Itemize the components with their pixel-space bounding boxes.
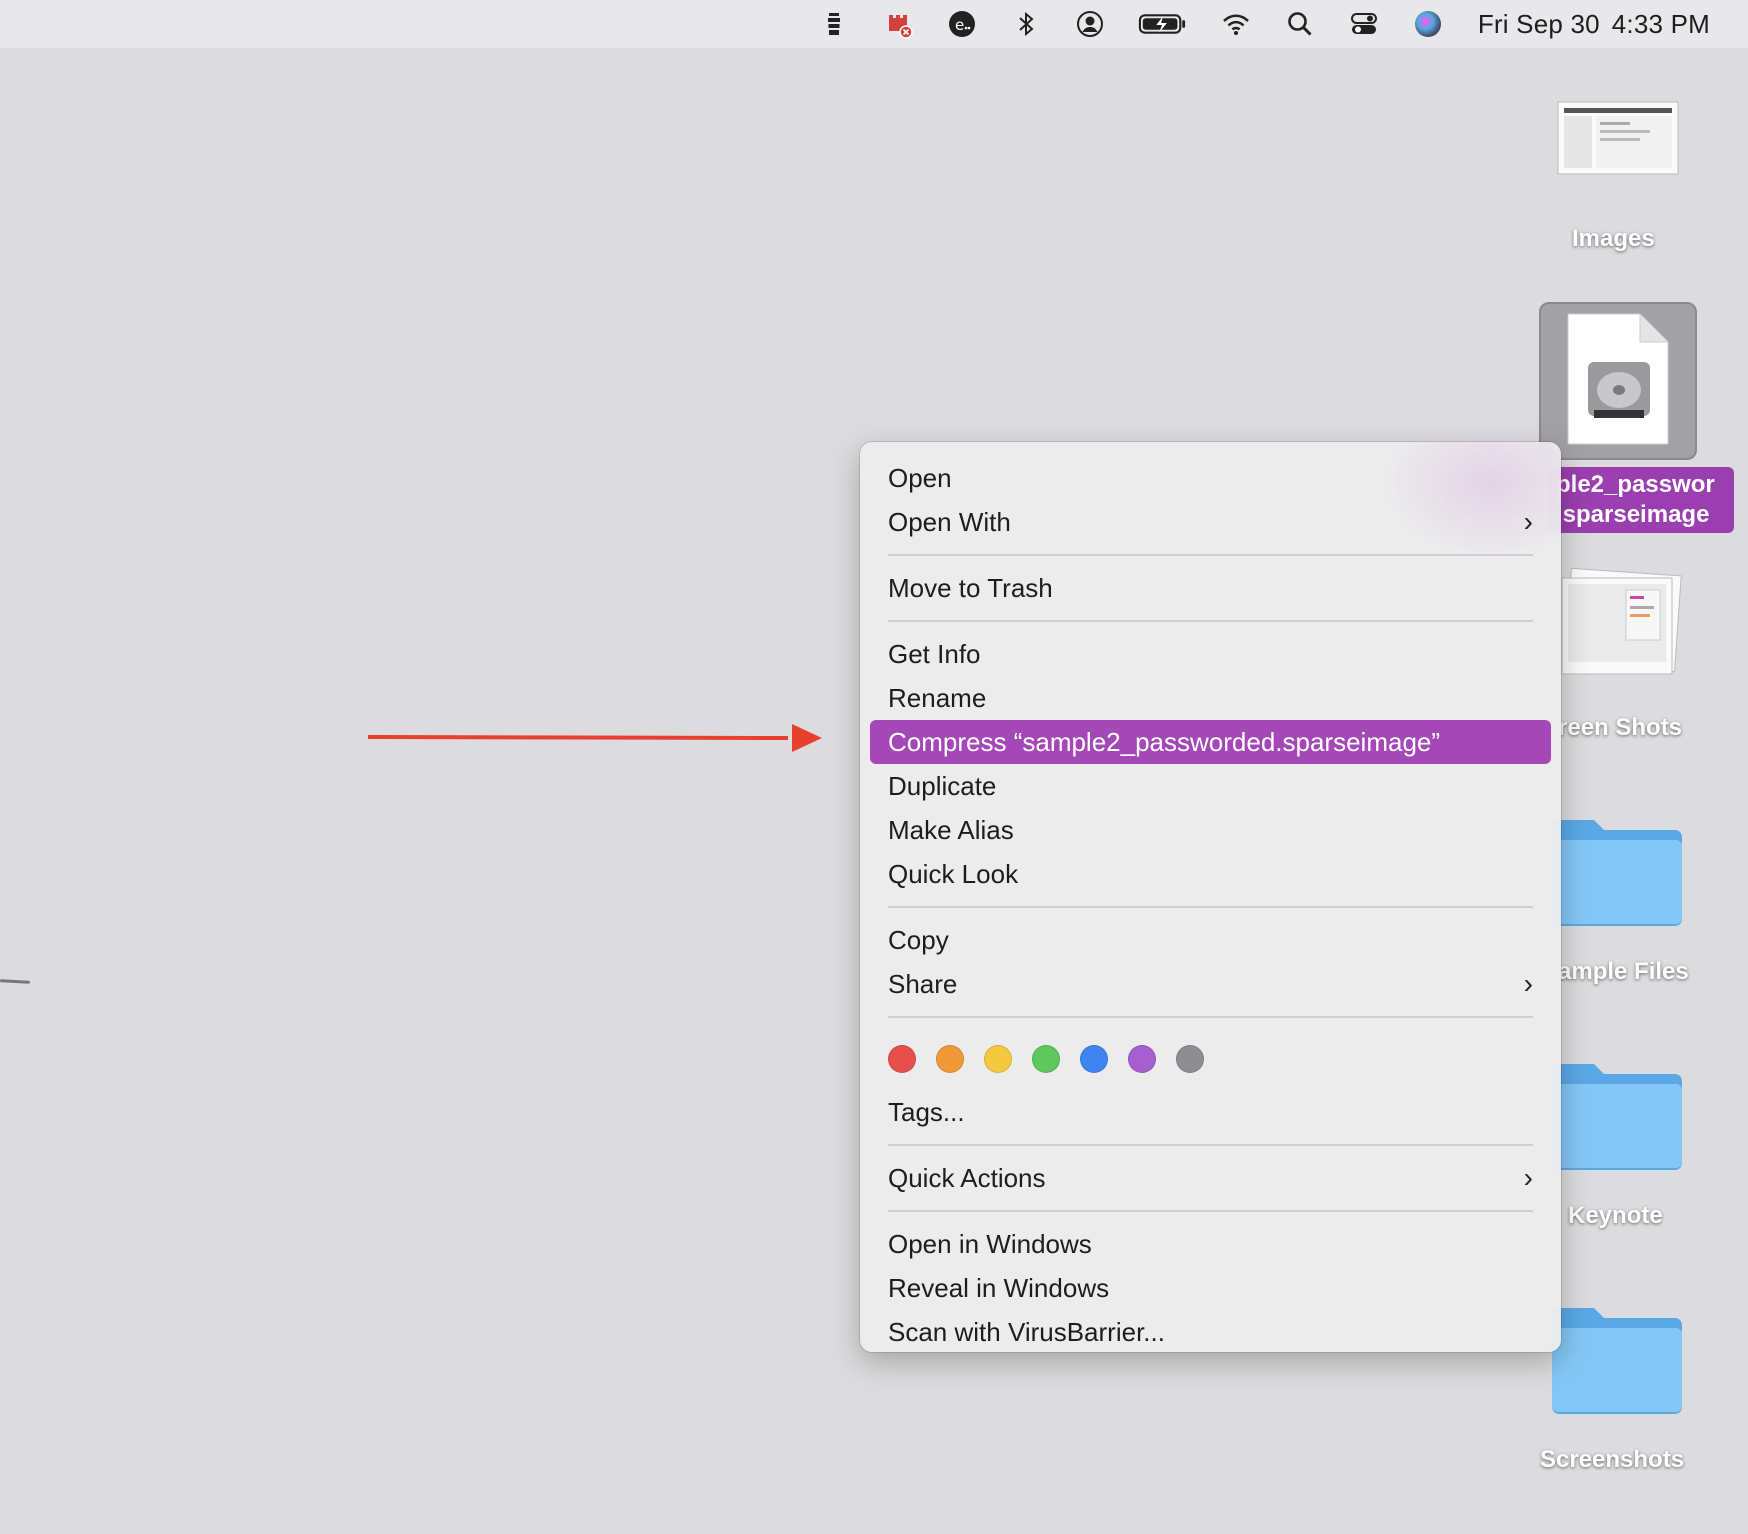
user-account-icon[interactable] <box>1073 7 1107 41</box>
virusbarrier-icon[interactable] <box>881 7 915 41</box>
menu-bar: e Fri Sep 30 4:33 PM <box>0 0 1748 48</box>
menu-item-share[interactable]: Share › <box>870 962 1551 1006</box>
bluetooth-icon[interactable] <box>1009 7 1043 41</box>
menu-item-duplicate[interactable]: Duplicate <box>870 764 1551 808</box>
disk-image-file-icon <box>1567 313 1669 445</box>
menu-item-scan-virusbarrier[interactable]: Scan with VirusBarrier... <box>870 1310 1551 1352</box>
tag-colors-row <box>870 1028 1551 1090</box>
control-center-icon[interactable] <box>1347 7 1381 41</box>
menu-item-open[interactable]: Open <box>870 456 1551 500</box>
menu-separator <box>888 620 1533 622</box>
desktop-item-label: reen Shots <box>1558 714 1683 741</box>
menu-item-label: Open <box>888 463 952 493</box>
lighthouse-icon[interactable] <box>817 7 851 41</box>
battery-charging-icon[interactable] <box>1137 7 1189 41</box>
menu-item-label: Scan with VirusBarrier... <box>888 1317 1165 1347</box>
creative-cloud-icon[interactable]: e <box>945 7 979 41</box>
annotation-arrow-icon <box>368 724 822 752</box>
svg-text:e: e <box>955 16 964 34</box>
folder-icon <box>1552 1308 1682 1414</box>
tag-gray[interactable] <box>1176 1045 1204 1073</box>
menu-item-copy[interactable]: Copy <box>870 918 1551 962</box>
menu-item-open-in-windows[interactable]: Open in Windows <box>870 1222 1551 1266</box>
folder-icon <box>1552 820 1682 926</box>
tag-blue[interactable] <box>1080 1045 1108 1073</box>
menu-bar-clock[interactable]: Fri Sep 30 4:33 PM <box>1478 9 1710 40</box>
desktop-item-label-line2: .sparseimage <box>1548 499 1734 533</box>
clock-time: 4:33 PM <box>1611 8 1710 39</box>
menu-separator <box>888 906 1533 908</box>
tag-green[interactable] <box>1032 1045 1060 1073</box>
menu-item-label: Get Info <box>888 639 981 669</box>
chevron-right-icon: › <box>1523 506 1533 537</box>
context-menu: Open Open With › Move to Trash Get Info R… <box>860 442 1561 1352</box>
tag-yellow[interactable] <box>984 1045 1012 1073</box>
menu-item-label: Tags... <box>888 1097 965 1127</box>
menu-item-quick-actions[interactable]: Quick Actions › <box>870 1156 1551 1200</box>
menu-item-label: Copy <box>888 925 949 955</box>
menu-item-make-alias[interactable]: Make Alias <box>870 808 1551 852</box>
menu-item-label: Rename <box>888 683 987 713</box>
images-thumbnail-icon <box>1557 101 1679 175</box>
menu-item-label: Reveal in Windows <box>888 1273 1110 1303</box>
menu-item-move-to-trash[interactable]: Move to Trash <box>870 566 1551 610</box>
desktop-item-label-line1: ple2_passwor <box>1548 467 1734 501</box>
chevron-right-icon: › <box>1523 968 1533 999</box>
menu-item-label: Make Alias <box>888 815 1014 845</box>
menu-item-label: Move to Trash <box>888 573 1053 603</box>
spotlight-search-icon[interactable] <box>1283 7 1317 41</box>
menu-separator <box>888 554 1533 556</box>
menu-separator <box>888 1144 1533 1146</box>
tag-orange[interactable] <box>936 1045 964 1073</box>
tag-red[interactable] <box>888 1045 916 1073</box>
menu-separator <box>888 1016 1533 1018</box>
menu-item-compress[interactable]: Compress “sample2_passworded.sparseimage… <box>870 720 1551 764</box>
menu-item-label: Open in Windows <box>888 1229 1092 1259</box>
chevron-right-icon: › <box>1523 1162 1533 1193</box>
desktop-stray-mark <box>0 979 31 984</box>
desktop-item-label: Keynote <box>1568 1202 1663 1229</box>
wifi-icon[interactable] <box>1219 7 1253 41</box>
desktop-item-label: Images <box>1572 225 1655 252</box>
menu-separator <box>888 1210 1533 1212</box>
folder-icon <box>1552 1064 1682 1170</box>
menu-item-label: Quick Actions <box>888 1163 1046 1193</box>
menu-item-reveal-in-windows[interactable]: Reveal in Windows <box>870 1266 1551 1310</box>
desktop-item-label: Screenshots <box>1540 1446 1685 1473</box>
menu-item-label: Compress “sample2_passworded.sparseimage… <box>888 727 1441 757</box>
siri-icon[interactable] <box>1411 7 1445 41</box>
tag-purple[interactable] <box>1128 1045 1156 1073</box>
menu-item-label: Quick Look <box>888 859 1019 889</box>
desktop-item-label: ample Files <box>1558 958 1689 985</box>
menu-item-label: Duplicate <box>888 771 997 801</box>
screen-shots-thumbnail-icon <box>1561 567 1682 675</box>
menu-item-rename[interactable]: Rename <box>870 676 1551 720</box>
menu-item-get-info[interactable]: Get Info <box>870 632 1551 676</box>
menu-item-label: Share <box>888 969 958 999</box>
menu-item-open-with[interactable]: Open With › <box>870 500 1551 544</box>
menu-item-quick-look[interactable]: Quick Look <box>870 852 1551 896</box>
menu-item-tags[interactable]: Tags... <box>870 1090 1551 1134</box>
clock-date: Fri Sep 30 <box>1477 8 1600 39</box>
menu-item-label: Open With <box>888 507 1011 537</box>
